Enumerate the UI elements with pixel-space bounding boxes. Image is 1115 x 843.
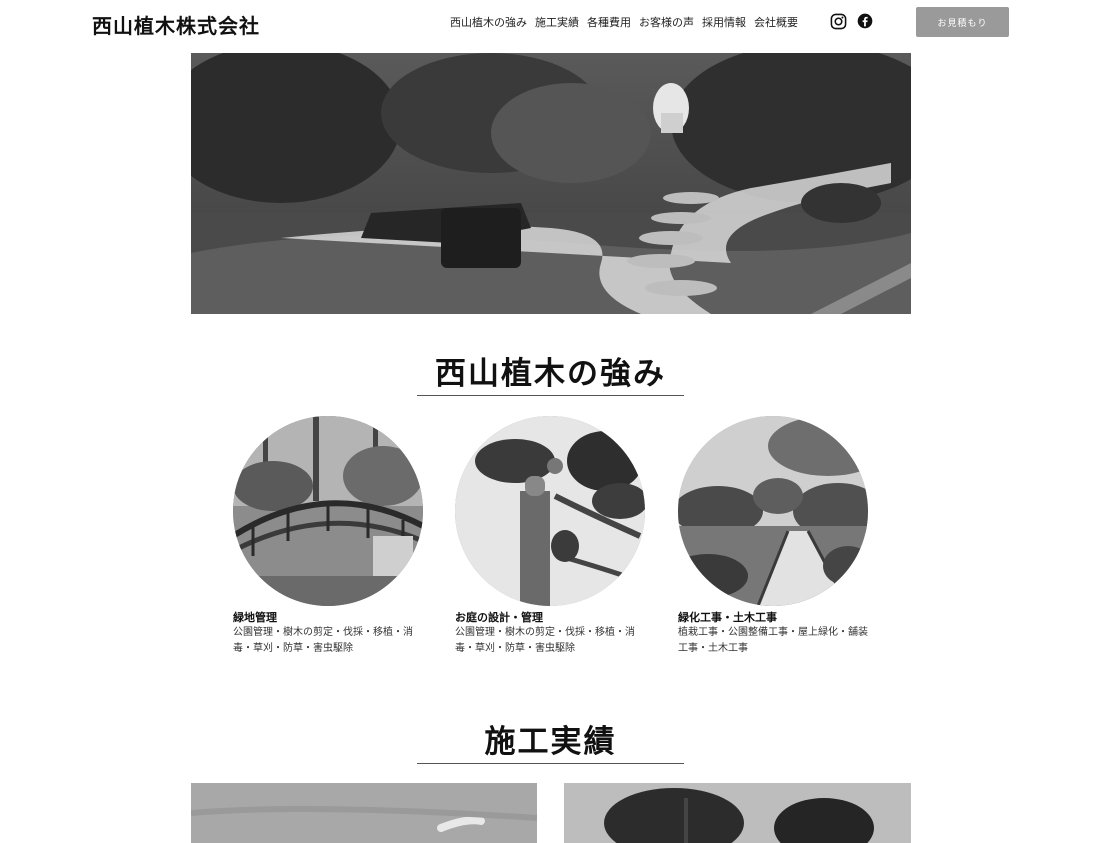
work-image-1[interactable] [191, 783, 537, 843]
garden-bridge-image [233, 416, 423, 606]
hero-image [191, 53, 911, 314]
site-header: 西山植木株式会社 西山植木の強み 施工実績 各種費用 お客様の声 採用情報 会社… [0, 0, 1115, 44]
social-links [830, 13, 873, 30]
instagram-icon[interactable] [830, 13, 847, 30]
card-description: 植栽工事・公園整備工事・屋上緑化・舗装工事・土木工事 [678, 627, 868, 654]
nav-strengths[interactable]: 西山植木の強み [450, 14, 527, 30]
card-description: 公園管理・樹木の剪定・伐採・移植・消毒・草刈・防草・害虫駆除 [455, 627, 635, 654]
card-title: 緑地管理 [233, 611, 277, 624]
strength-card-garden-design[interactable]: お庭の設計・管理 公園管理・樹木の剪定・伐採・移植・消毒・草刈・防草・害虫駆除 [455, 416, 655, 657]
strengths-title: 西山植木の強み [417, 348, 684, 396]
nav-company[interactable]: 会社概要 [754, 14, 798, 30]
quote-button[interactable]: お見積もり [916, 7, 1009, 37]
card-description: 公園管理・樹木の剪定・伐採・移植・消毒・草刈・防草・害虫駆除 [233, 627, 413, 654]
nav-works[interactable]: 施工実績 [535, 14, 579, 30]
strength-card-green-management[interactable]: 緑地管理 公園管理・樹木の剪定・伐採・移植・消毒・草刈・防草・害虫駆除 [233, 416, 433, 657]
card-title: お庭の設計・管理 [455, 611, 543, 624]
works-title: 施工実績 [417, 716, 684, 764]
facebook-icon[interactable] [857, 13, 873, 30]
work-image-2[interactable] [564, 783, 911, 843]
site-logo[interactable]: 西山植木株式会社 [92, 10, 260, 39]
tree-pruning-image [455, 416, 645, 606]
main-nav: 西山植木の強み 施工実績 各種費用 お客様の声 採用情報 会社概要 [450, 14, 798, 30]
nav-fees[interactable]: 各種費用 [587, 14, 631, 30]
nav-recruit[interactable]: 採用情報 [702, 14, 746, 30]
nav-testimonials[interactable]: お客様の声 [639, 14, 694, 30]
strength-card-greening-construction[interactable]: 緑化工事・土木工事 植栽工事・公園整備工事・屋上緑化・舗装工事・土木工事 [678, 416, 878, 657]
card-title: 緑化工事・土木工事 [678, 611, 777, 624]
park-bridge-image [678, 416, 868, 606]
